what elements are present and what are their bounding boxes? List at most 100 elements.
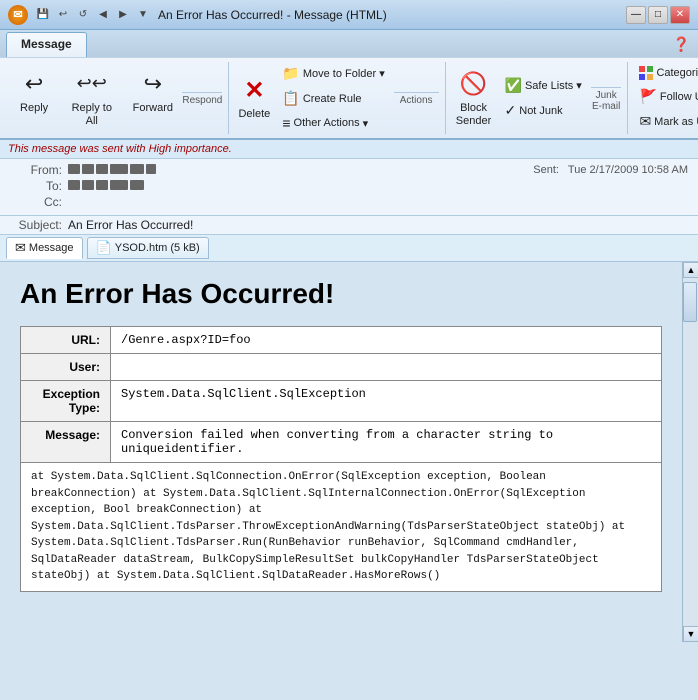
table-row: URL: /Genre.aspx?ID=foo	[21, 327, 662, 354]
junk-group-label: Junk E-mail	[591, 87, 622, 112]
importance-notice: This message was sent with High importan…	[0, 140, 698, 159]
from-address	[68, 164, 156, 174]
block-sender-button[interactable]: 🚫 Block Sender	[452, 64, 496, 132]
app-icon: ✉	[8, 5, 28, 25]
cc-label: Cc:	[10, 195, 62, 209]
block-sender-icon: 🚫	[458, 68, 490, 100]
mark-unread-button[interactable]: ✉ Mark as Unread	[634, 110, 698, 133]
title-bar: ✉ 💾 ↩ ↺ ◀ ▶ ▼ An Error Has Occurred! - M…	[0, 0, 698, 30]
from-label: From:	[10, 163, 62, 177]
junk-col: ✅ Safe Lists ▾ ✓ Not Junk	[500, 74, 587, 122]
email-meta: From: Sent: Tue 2/17/2009 10:58 AM To:	[0, 159, 698, 216]
undo-qat-button[interactable]: ↩	[54, 7, 72, 23]
tab-attachment[interactable]: 📄 YSOD.htm (5 kB)	[87, 237, 209, 259]
redo-qat-button[interactable]: ↺	[74, 7, 92, 23]
follow-up-button[interactable]: 🚩 Follow Up ▾	[634, 85, 698, 108]
window-controls: — □ ✕	[626, 6, 690, 24]
not-junk-button[interactable]: ✓ Not Junk	[500, 99, 587, 122]
forward-qat-button[interactable]: ▶	[114, 7, 132, 23]
respond-buttons: ↩ Reply ↩↩ Reply to All ↪ Forward	[12, 64, 178, 132]
reply-icon: ↩	[18, 68, 50, 100]
from-row: From: Sent: Tue 2/17/2009 10:58 AM	[10, 163, 688, 177]
message-value: Conversion failed when converting from a…	[111, 422, 662, 463]
more-qat-button[interactable]: ▼	[134, 7, 152, 23]
not-junk-icon: ✓	[505, 102, 517, 119]
mark-unread-icon: ✉	[639, 113, 651, 130]
stack-trace: at System.Data.SqlClient.SqlConnection.O…	[21, 463, 662, 592]
window-title: An Error Has Occurred! - Message (HTML)	[158, 8, 387, 22]
dropdown-arrow-icon: ▾	[379, 67, 385, 80]
user-label: User:	[21, 354, 111, 381]
actions-group-label: Actions	[394, 92, 439, 106]
ribbon-button-area: ↩ Reply ↩↩ Reply to All ↪ Forward Respon…	[0, 57, 698, 138]
dropdown-arrow-icon-2: ▾	[363, 117, 369, 130]
forward-button[interactable]: ↪ Forward	[127, 64, 178, 119]
ribbon: Message ❓ ↩ Reply ↩↩ Reply to All ↪ Forw…	[0, 30, 698, 140]
help-icon[interactable]: ❓	[665, 32, 698, 57]
other-actions-icon: ≡	[282, 115, 290, 131]
to-address	[68, 180, 144, 190]
ribbon-tabs: Message ❓	[0, 30, 698, 57]
delete-button[interactable]: ✕ Delete	[235, 70, 273, 125]
url-value: /Genre.aspx?ID=foo	[111, 327, 662, 354]
url-label: URL:	[21, 327, 111, 354]
back-qat-button[interactable]: ◀	[94, 7, 112, 23]
scroll-down-button[interactable]: ▼	[683, 626, 698, 642]
options-buttons: Categorize ▾ 🚩 Follow Up ▾ ✉ Mark as Unr…	[634, 63, 698, 133]
sent-date: Sent: Tue 2/17/2009 10:58 AM	[533, 164, 688, 176]
safe-lists-icon: ✅	[505, 77, 522, 94]
table-row: Message: Conversion failed when converti…	[21, 422, 662, 463]
scroll-up-button[interactable]: ▲	[683, 262, 698, 278]
create-rule-button[interactable]: 📋 Create Rule	[277, 87, 389, 110]
to-label: To:	[10, 179, 62, 193]
message-tab-icon: ✉	[15, 240, 26, 256]
minimize-button[interactable]: —	[626, 6, 646, 24]
attachment-tab-icon: 📄	[96, 240, 112, 256]
user-value	[111, 354, 662, 381]
from-value	[68, 163, 527, 177]
quick-access-toolbar: 💾 ↩ ↺ ◀ ▶ ▼	[34, 7, 152, 23]
save-qat-button[interactable]: 💾	[34, 7, 52, 23]
table-row: Exception Type: System.Data.SqlClient.Sq…	[21, 381, 662, 422]
to-row: To:	[10, 179, 688, 193]
other-actions-button[interactable]: ≡ Other Actions ▾	[277, 112, 389, 134]
message-label: Message:	[21, 422, 111, 463]
subject-label: Subject:	[10, 218, 62, 232]
email-content-area: An Error Has Occurred! URL: /Genre.aspx?…	[0, 262, 698, 642]
error-title: An Error Has Occurred!	[20, 278, 662, 310]
follow-up-icon: 🚩	[639, 88, 656, 105]
rule-icon: 📋	[282, 90, 299, 107]
maximize-button[interactable]: □	[648, 6, 668, 24]
respond-group: ↩ Reply ↩↩ Reply to All ↪ Forward Respon…	[6, 62, 229, 134]
table-row: User:	[21, 354, 662, 381]
email-scrollbar[interactable]: ▲ ▼	[682, 262, 698, 642]
actions-col: 📁 Move to Folder ▾ 📋 Create Rule ≡ Other…	[277, 62, 389, 134]
attachment-tabs: ✉ Message 📄 YSOD.htm (5 kB)	[0, 235, 698, 262]
subject-row: Subject: An Error Has Occurred!	[0, 216, 698, 235]
reply-button[interactable]: ↩ Reply	[12, 64, 56, 119]
subject-value: An Error Has Occurred!	[68, 218, 193, 232]
move-to-folder-button[interactable]: 📁 Move to Folder ▾	[277, 62, 389, 85]
tab-message[interactable]: Message	[6, 32, 87, 57]
tab-message-view[interactable]: ✉ Message	[6, 237, 83, 259]
reply-all-icon: ↩↩	[76, 68, 108, 100]
delete-icon: ✕	[238, 74, 270, 106]
categorize-button[interactable]: Categorize ▾	[634, 63, 698, 83]
safe-lists-button[interactable]: ✅ Safe Lists ▾	[500, 74, 587, 97]
stack-trace-text: at System.Data.SqlClient.SqlConnection.O…	[31, 469, 651, 585]
email-body[interactable]: An Error Has Occurred! URL: /Genre.aspx?…	[0, 262, 682, 642]
reply-all-button[interactable]: ↩↩ Reply to All	[60, 64, 123, 132]
error-table: URL: /Genre.aspx?ID=foo User: Exception …	[20, 326, 662, 592]
scroll-thumb[interactable]	[683, 282, 697, 322]
forward-icon: ↪	[137, 68, 169, 100]
to-value	[68, 179, 688, 193]
exception-type-label: Exception Type:	[21, 381, 111, 422]
cc-row: Cc:	[10, 195, 688, 209]
title-bar-left: ✉ 💾 ↩ ↺ ◀ ▶ ▼ An Error Has Occurred! - M…	[8, 5, 387, 25]
folder-icon: 📁	[282, 65, 299, 82]
junk-group: 🚫 Block Sender ✅ Safe Lists ▾ ✓ Not Junk…	[446, 62, 629, 134]
categorize-icon	[639, 66, 653, 80]
options-group: Categorize ▾ 🚩 Follow Up ▾ ✉ Mark as Unr…	[628, 62, 698, 134]
scroll-track	[683, 278, 698, 626]
close-button[interactable]: ✕	[670, 6, 690, 24]
